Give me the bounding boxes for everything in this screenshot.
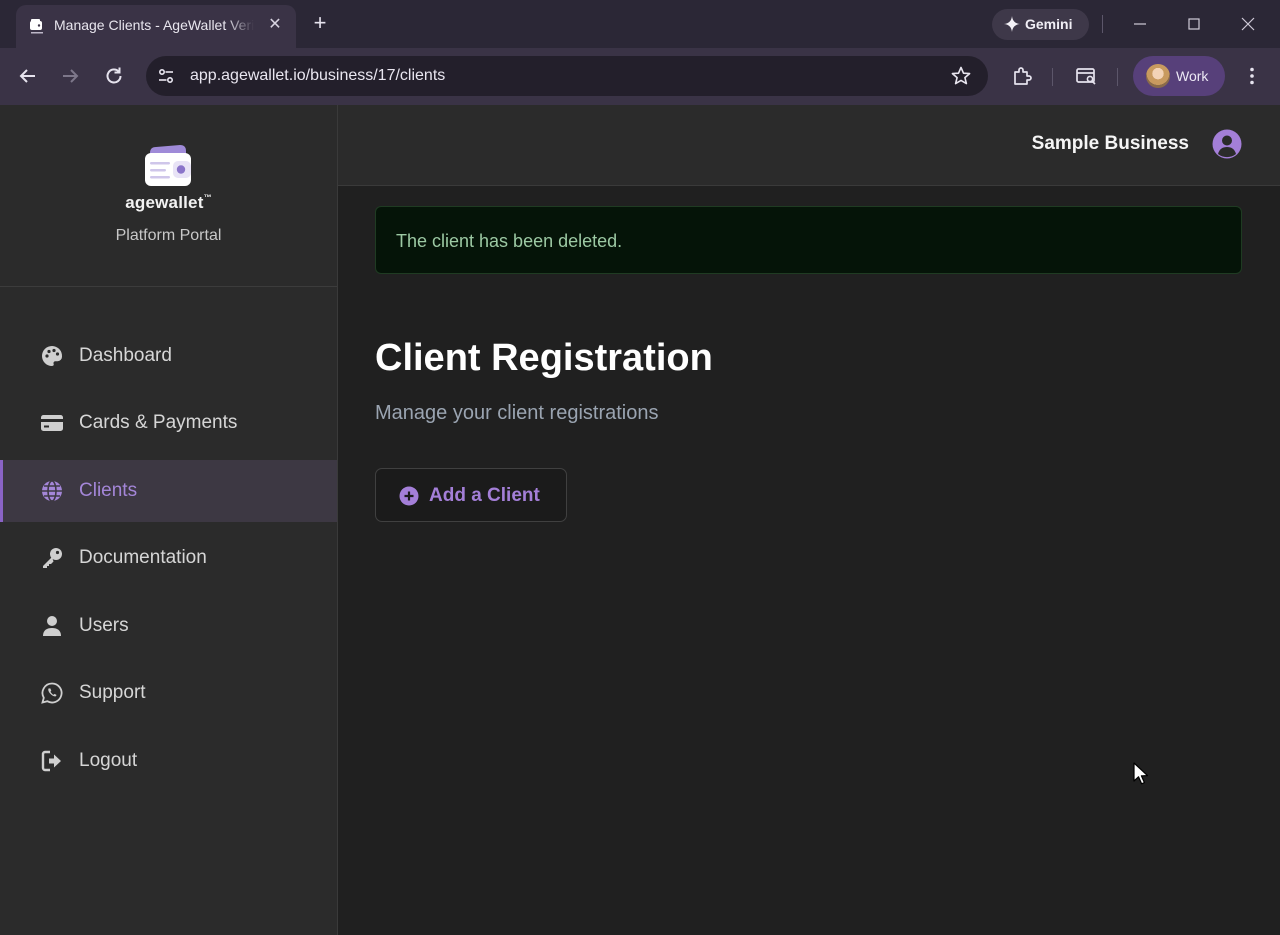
sidebar-item-users[interactable]: Users: [0, 595, 337, 657]
sidebar-item-label: Users: [79, 615, 129, 636]
page-subtitle: Manage your client registrations: [375, 402, 659, 424]
back-arrow-icon[interactable]: [16, 64, 40, 88]
bookmark-star-icon[interactable]: [950, 65, 972, 87]
extensions-icon[interactable]: [1010, 64, 1034, 88]
sidebar-item-label: Logout: [79, 750, 138, 771]
sidebar: agewallet™ Platform Portal Dashboard Car…: [0, 105, 338, 935]
brand-name: agewallet™: [0, 193, 337, 213]
reload-icon[interactable]: [102, 64, 126, 88]
divider: [1102, 15, 1103, 33]
sign-out-icon: [41, 750, 61, 772]
key-icon: [43, 548, 62, 568]
sidebar-item-support[interactable]: Support: [0, 662, 337, 724]
user-circle-icon[interactable]: [1212, 129, 1242, 159]
alert-message: The client has been deleted.: [396, 231, 623, 251]
tab-search-icon[interactable]: [1074, 64, 1098, 88]
plus-circle-icon: [399, 486, 419, 506]
business-name[interactable]: Sample Business: [1032, 133, 1189, 155]
sidebar-item-label: Support: [79, 682, 146, 703]
browser-tab[interactable]: Manage Clients - AgeWallet Verification …: [16, 5, 296, 48]
credit-card-icon: [41, 415, 63, 431]
profile-label: Work: [1176, 68, 1209, 84]
success-alert: The client has been deleted.: [375, 206, 1242, 274]
gemini-label: Gemini: [1025, 16, 1073, 32]
sparkle-icon: [1004, 16, 1020, 32]
tab-title: Manage Clients - AgeWallet Verification: [54, 17, 254, 33]
divider: [1052, 68, 1053, 86]
trademark-symbol: ™: [203, 193, 212, 202]
divider: [1117, 68, 1118, 86]
browser-titlebar: Manage Clients - AgeWallet Verification …: [0, 0, 1280, 48]
maximize-icon[interactable]: [1182, 12, 1206, 36]
profile-button[interactable]: Work: [1133, 56, 1225, 96]
new-tab-button[interactable]: +: [308, 12, 332, 36]
minimize-icon[interactable]: [1128, 12, 1152, 36]
palette-icon: [42, 345, 63, 366]
sidebar-item-label: Documentation: [79, 547, 207, 568]
tab-close-icon[interactable]: ✕: [264, 14, 286, 36]
sidebar-item-label: Dashboard: [79, 345, 172, 366]
sidebar-item-label: Cards & Payments: [79, 412, 238, 433]
page-title: Client Registration: [375, 337, 713, 379]
main-content: Sample Business The client has been dele…: [338, 105, 1280, 935]
sidebar-item-clients[interactable]: Clients: [0, 460, 337, 522]
browser-toolbar: app.agewallet.io/business/17/clients Wor…: [0, 48, 1280, 105]
agewallet-favicon-icon: [30, 19, 43, 34]
brand-subtitle: Platform Portal: [115, 227, 222, 244]
whatsapp-icon: [41, 682, 63, 704]
add-client-button[interactable]: Add a Client: [375, 468, 567, 522]
site-info-icon[interactable]: [156, 66, 176, 86]
sidebar-item-dashboard[interactable]: Dashboard: [0, 325, 337, 387]
globe-icon: [42, 480, 62, 502]
forward-arrow-icon[interactable]: [58, 64, 82, 88]
brand-block: agewallet™ Platform Portal: [0, 105, 337, 287]
avatar: [1146, 64, 1170, 88]
add-client-label: Add a Client: [429, 485, 540, 506]
sidebar-item-logout[interactable]: Logout: [0, 730, 337, 792]
address-bar[interactable]: app.agewallet.io/business/17/clients: [146, 56, 988, 96]
top-header: Sample Business: [338, 105, 1280, 186]
wallet-logo-icon[interactable]: [142, 143, 194, 191]
sidebar-item-documentation[interactable]: Documentation: [0, 527, 337, 589]
sidebar-item-cards-payments[interactable]: Cards & Payments: [0, 392, 337, 454]
sidebar-item-label: Clients: [79, 480, 138, 501]
url-text: app.agewallet.io/business/17/clients: [190, 67, 446, 84]
brand-wordmark: agewallet: [125, 193, 204, 212]
more-menu-icon[interactable]: [1240, 64, 1264, 88]
gemini-button[interactable]: Gemini: [992, 9, 1089, 40]
mouse-cursor-icon: [1133, 762, 1149, 785]
user-icon: [43, 616, 61, 636]
close-window-icon[interactable]: [1236, 12, 1260, 36]
